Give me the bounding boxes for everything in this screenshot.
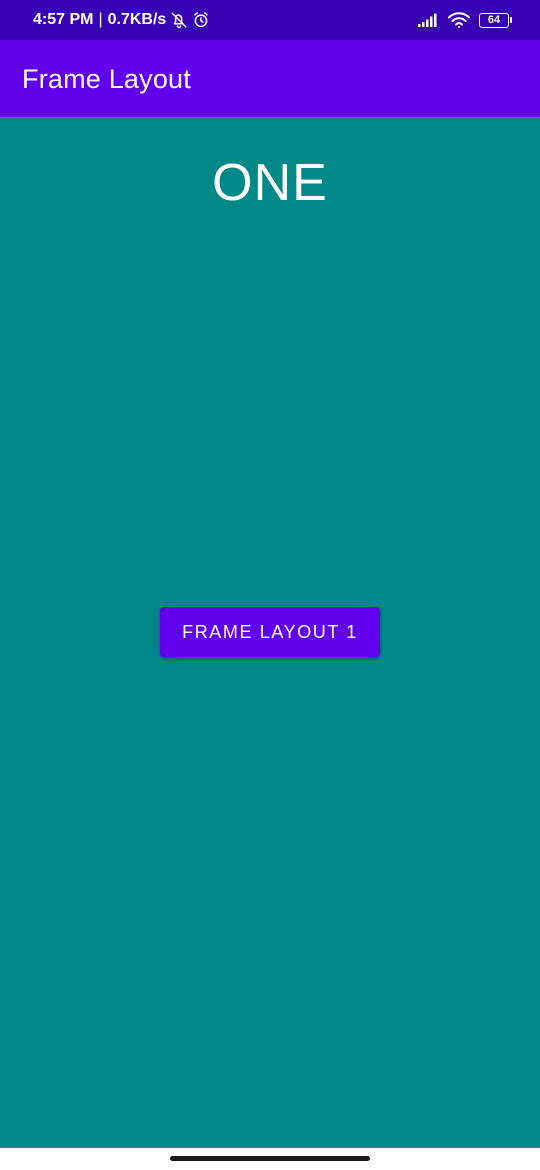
bell-off-icon	[170, 11, 188, 29]
status-bar: 4:57 PM | 0.7KB/s 64	[0, 0, 540, 40]
battery-icon: 64	[479, 12, 512, 28]
navigation-bar	[0, 1148, 540, 1170]
battery-level: 64	[479, 12, 509, 28]
frame-layout-content: ONE FRAME LAYOUT 1	[0, 117, 540, 1148]
status-left: 4:57 PM | 0.7KB/s	[33, 0, 210, 40]
signal-icon	[417, 12, 439, 28]
battery-tip	[510, 17, 512, 23]
frame-label: ONE	[212, 154, 328, 212]
status-time: 4:57 PM	[33, 11, 94, 28]
frame-layout-button[interactable]: FRAME LAYOUT 1	[160, 607, 380, 657]
home-indicator[interactable]	[170, 1156, 370, 1161]
status-separator: |	[98, 11, 103, 28]
network-speed: 0.7KB/s	[107, 11, 167, 28]
app-bar: Frame Layout	[0, 40, 540, 117]
app-title: Frame Layout	[22, 64, 191, 94]
alarm-icon	[192, 11, 210, 29]
status-right: 64	[417, 0, 512, 40]
wifi-icon	[447, 11, 471, 29]
screen: 4:57 PM | 0.7KB/s 64 Frame Layout ONE FR…	[0, 0, 540, 1170]
